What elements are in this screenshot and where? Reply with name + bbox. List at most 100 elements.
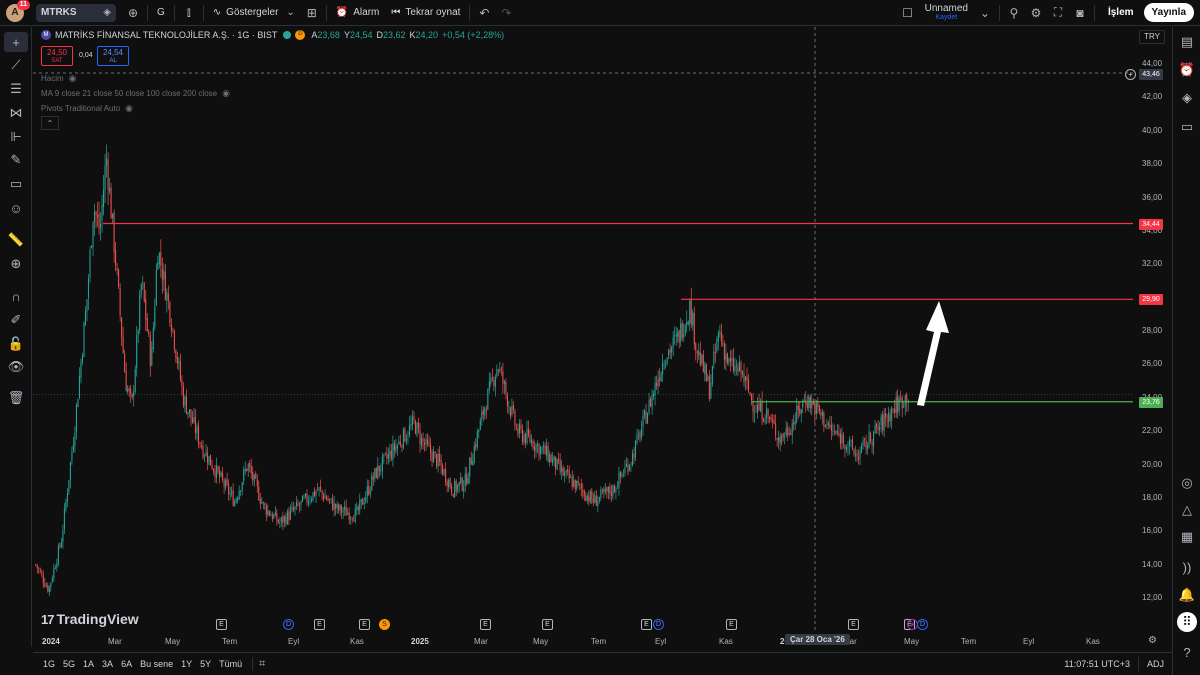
interval-button[interactable]: G	[151, 0, 171, 26]
indicators-button[interactable]: ∿ Göstergeler ⌄	[207, 0, 301, 26]
time-axis-settings-icon[interactable]: ⚙	[1148, 635, 1157, 646]
indicator-pivots[interactable]: Pivots Traditional Auto ◉	[41, 103, 133, 114]
layout-square-icon[interactable]: ☐	[897, 2, 919, 24]
symbol-search-button[interactable]: MTRKS ◈	[36, 3, 116, 22]
chevron-down-icon[interactable]: ⌄	[974, 2, 996, 24]
eye-icon[interactable]: ◉	[222, 88, 230, 99]
indicator-volume[interactable]: Hacim ◉	[41, 73, 77, 84]
fullscreen-icon[interactable]: ⛶	[1047, 2, 1069, 24]
candle-body	[318, 487, 320, 490]
replay-button[interactable]: ⏮ Tekrar oynat	[385, 0, 466, 26]
event-marker-d[interactable]: D	[653, 619, 664, 630]
range-1g[interactable]: 1G	[39, 659, 59, 669]
event-marker-e[interactable]: E	[480, 619, 491, 630]
buy-button[interactable]: 24,54 AL	[97, 46, 129, 66]
range-6a[interactable]: 6A	[117, 659, 136, 669]
event-marker-e[interactable]: E	[848, 619, 859, 630]
event-marker-e[interactable]: E	[359, 619, 370, 630]
undo-icon[interactable]: ↶	[473, 2, 495, 24]
range-bu-sene[interactable]: Bu sene	[136, 659, 177, 669]
projection-icon[interactable]: ⊩	[4, 127, 28, 147]
layout-grid-icon[interactable]: ⊞	[301, 2, 323, 24]
event-marker-e[interactable]: E	[641, 619, 652, 630]
alarm-button[interactable]: ⏰ Alarm	[330, 0, 386, 26]
watchlist-icon[interactable]: ▤	[1177, 32, 1197, 52]
event-marker-d[interactable]: D	[917, 619, 928, 630]
signal-stream-icon[interactable]: ))	[1177, 557, 1197, 577]
emoji-icon[interactable]: ☺	[4, 198, 28, 218]
add-alert-plus-icon[interactable]: +	[1125, 69, 1136, 80]
crosshair-icon[interactable]: +	[4, 32, 28, 52]
candle-body	[546, 445, 548, 456]
time-axis-tick: Tem	[222, 637, 238, 646]
zoom-in-icon[interactable]: ⊕	[4, 254, 28, 274]
event-marker-s[interactable]: S	[379, 619, 390, 630]
candle-body	[763, 419, 765, 422]
fib-retracement-icon[interactable]: ☰	[4, 79, 28, 99]
eye-icon[interactable]: ◉	[125, 103, 133, 114]
lock-drawing-icon[interactable]: ✐	[4, 310, 28, 330]
candle-body	[312, 492, 314, 501]
candle-body	[844, 444, 846, 450]
pattern-icon[interactable]: ⋈	[4, 103, 28, 123]
eye-icon[interactable]: ◉	[69, 73, 77, 84]
event-marker-d[interactable]: D	[283, 619, 294, 630]
text-comment-icon[interactable]: ▭	[4, 174, 28, 194]
ideas-icon[interactable]: △	[1177, 500, 1197, 520]
chat-icon[interactable]: ▭	[1177, 117, 1197, 137]
time-axis-tick: Kas	[719, 637, 733, 646]
event-marker-e[interactable]: E	[542, 619, 553, 630]
compare-add-icon[interactable]: ⊕	[122, 2, 144, 24]
date-range-calendar-icon[interactable]: ⌗	[259, 658, 265, 671]
range-1y[interactable]: 1Y	[177, 659, 196, 669]
event-marker-e[interactable]: E	[314, 619, 325, 630]
collapse-legend-icon[interactable]: ⌃	[41, 116, 59, 130]
candle-body	[859, 450, 861, 459]
event-marker-e[interactable]: E	[216, 619, 227, 630]
candle-body	[894, 408, 896, 413]
range-tümü[interactable]: Tümü	[215, 659, 246, 669]
publish-button[interactable]: Yayınla	[1143, 3, 1194, 22]
notifications-bell-icon[interactable]: 🔔	[1177, 585, 1197, 605]
magnet-icon[interactable]: ∩	[4, 286, 28, 306]
layout-name-button[interactable]: Unnamed Kaydet	[925, 3, 968, 22]
lock-icon[interactable]: 🔓	[4, 334, 28, 354]
adjustment-toggle[interactable]: ADJ	[1143, 659, 1168, 669]
range-5y[interactable]: 5Y	[196, 659, 215, 669]
range-3a[interactable]: 3A	[98, 659, 117, 669]
indicator-ma[interactable]: MA 9 close 21 close 50 close 100 close 2…	[41, 88, 230, 99]
symbol-info-icon[interactable]: ◈	[103, 7, 111, 18]
user-avatar[interactable]: A 11	[6, 0, 30, 22]
clock-timezone[interactable]: 11:07:51 UTC+3	[1060, 659, 1134, 669]
chart-pane[interactable]: M MATRİKS FİNANSAL TEKNOLOJİLER A.Ş. · 1…	[33, 27, 1171, 646]
candle-body	[800, 409, 802, 414]
trash-icon[interactable]: 🗑	[4, 388, 28, 408]
range-1a[interactable]: 1A	[79, 659, 98, 669]
eye-visibility-icon[interactable]: 👁	[4, 357, 28, 377]
range-5g[interactable]: 5G	[59, 659, 79, 669]
settings-gear-icon[interactable]: ⚙	[1025, 2, 1047, 24]
price-chart-svg[interactable]	[33, 27, 1171, 632]
alerts-clock-icon[interactable]: ⏰	[1177, 60, 1197, 80]
apps-grid-icon[interactable]: ⠿	[1177, 612, 1197, 632]
layers-icon[interactable]: ◈	[1177, 88, 1197, 108]
redo-icon[interactable]: ↷	[495, 2, 517, 24]
candle-type-icon[interactable]: ⫾	[178, 2, 200, 24]
camera-snapshot-icon[interactable]: ◙	[1069, 2, 1091, 24]
sell-button[interactable]: 24,50 SAT	[41, 46, 73, 66]
currency-selector[interactable]: TRY	[1139, 30, 1165, 44]
ruler-icon[interactable]: 📏	[4, 230, 28, 250]
target-icon[interactable]: ◎	[1177, 473, 1197, 493]
trend-line-icon[interactable]: ⟋	[4, 55, 28, 75]
candle-body	[225, 480, 227, 489]
candle-body	[398, 441, 400, 445]
symbol-title[interactable]: MATRİKS FİNANSAL TEKNOLOJİLER A.Ş. · 1G …	[55, 30, 277, 40]
candle-body	[430, 444, 432, 454]
candle-body	[839, 433, 841, 445]
brush-icon[interactable]: ✎	[4, 150, 28, 170]
trade-button[interactable]: İşlem	[1102, 4, 1140, 21]
event-marker-e[interactable]: E	[726, 619, 737, 630]
calendar-icon[interactable]: ▦	[1177, 527, 1197, 547]
help-icon[interactable]: ?	[1177, 642, 1197, 662]
quick-search-icon[interactable]: ⚲	[1003, 2, 1025, 24]
